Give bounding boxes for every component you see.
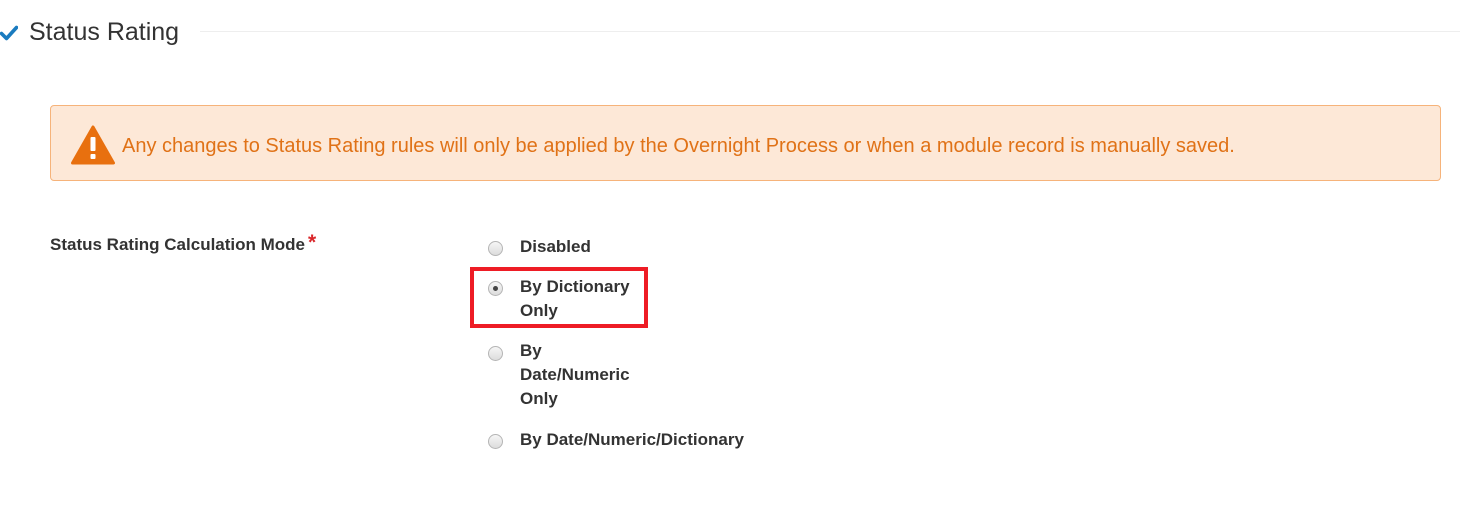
radio-button[interactable]	[488, 434, 503, 449]
check-icon[interactable]	[0, 25, 18, 41]
radio-label[interactable]: By Date/Numeric/Dictionary	[520, 428, 750, 452]
section-header[interactable]: Status Rating	[0, 14, 1460, 50]
radio-button[interactable]	[488, 241, 503, 256]
calculation-mode-label: Status Rating Calculation Mode *	[50, 231, 317, 256]
warning-triangle-icon	[71, 125, 115, 165]
radio-label[interactable]: By Date/Numeric Only	[520, 339, 646, 411]
section-divider	[200, 31, 1460, 32]
warning-alert: Any changes to Status Rating rules will …	[50, 105, 1441, 181]
section-title[interactable]: Status Rating	[29, 16, 179, 48]
warning-message: Any changes to Status Rating rules will …	[122, 135, 1235, 157]
radio-button[interactable]	[488, 346, 503, 361]
selection-highlight	[470, 267, 648, 328]
required-marker: *	[308, 231, 317, 254]
calculation-mode-label-text: Status Rating Calculation Mode	[50, 235, 306, 254]
radio-label[interactable]: Disabled	[520, 235, 720, 259]
